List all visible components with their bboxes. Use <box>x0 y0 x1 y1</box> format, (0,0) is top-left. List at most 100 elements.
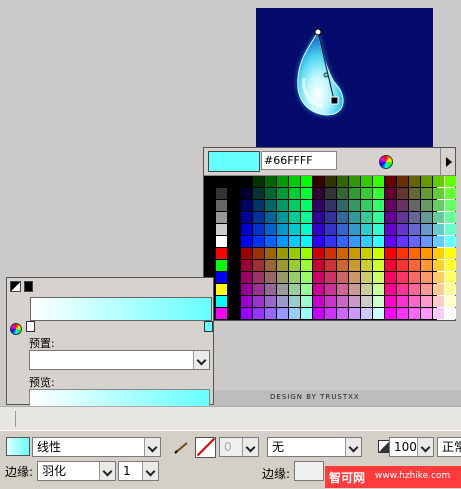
palette-swatch[interactable] <box>433 308 444 319</box>
palette-swatch[interactable] <box>241 236 252 247</box>
palette-swatch[interactable] <box>253 308 264 319</box>
palette-swatch[interactable] <box>349 224 360 235</box>
palette-swatch[interactable] <box>361 272 372 283</box>
palette-swatch[interactable] <box>373 308 384 319</box>
palette-swatch[interactable] <box>421 188 432 199</box>
palette-swatch[interactable] <box>216 188 227 199</box>
palette-swatch[interactable] <box>445 284 456 295</box>
palette-swatch[interactable] <box>385 212 396 223</box>
palette-swatch[interactable] <box>433 188 444 199</box>
palette-swatch[interactable] <box>349 284 360 295</box>
stroke-edge-select[interactable] <box>294 461 324 481</box>
palette-swatch[interactable] <box>349 212 360 223</box>
stroke-type-select[interactable]: 无 <box>267 437 362 457</box>
palette-swatch[interactable] <box>409 212 420 223</box>
palette-swatch[interactable] <box>204 212 215 223</box>
palette-swatch[interactable] <box>289 188 300 199</box>
edge-amount-select[interactable]: 1 <box>118 461 159 481</box>
palette-swatch[interactable] <box>409 248 420 259</box>
palette-swatch[interactable] <box>313 248 324 259</box>
palette-swatch[interactable] <box>216 308 227 319</box>
palette-swatch[interactable] <box>277 284 288 295</box>
palette-swatch[interactable] <box>204 200 215 211</box>
palette-swatch[interactable] <box>313 236 324 247</box>
palette-swatch[interactable] <box>409 284 420 295</box>
palette-menu-arrow-icon[interactable] <box>440 148 456 175</box>
fill-mode-icon[interactable] <box>10 281 21 292</box>
palette-swatch[interactable] <box>253 260 264 271</box>
palette-swatch[interactable] <box>421 272 432 283</box>
palette-swatch[interactable] <box>313 308 324 319</box>
palette-swatch[interactable] <box>397 260 408 271</box>
palette-swatch[interactable] <box>433 176 444 187</box>
palette-swatch[interactable] <box>301 200 312 211</box>
palette-swatch[interactable] <box>409 296 420 307</box>
palette-swatch[interactable] <box>204 248 215 259</box>
palette-swatch[interactable] <box>373 200 384 211</box>
palette-swatch[interactable] <box>397 212 408 223</box>
palette-swatch[interactable] <box>445 236 456 247</box>
palette-swatch[interactable] <box>277 224 288 235</box>
palette-swatch[interactable] <box>397 224 408 235</box>
palette-swatch[interactable] <box>337 308 348 319</box>
chevron-down-icon[interactable] <box>142 462 158 480</box>
palette-swatch[interactable] <box>409 224 420 235</box>
palette-swatch[interactable] <box>253 176 264 187</box>
palette-swatch[interactable] <box>409 308 420 319</box>
palette-swatch[interactable] <box>301 308 312 319</box>
palette-swatch[interactable] <box>313 188 324 199</box>
palette-swatch[interactable] <box>301 272 312 283</box>
chevron-down-icon[interactable] <box>144 438 160 456</box>
palette-swatch[interactable] <box>421 248 432 259</box>
palette-swatch[interactable] <box>337 176 348 187</box>
palette-swatch[interactable] <box>433 284 444 295</box>
palette-swatch[interactable] <box>277 296 288 307</box>
palette-swatch[interactable] <box>241 224 252 235</box>
palette-swatch[interactable] <box>301 224 312 235</box>
palette-swatch[interactable] <box>301 188 312 199</box>
gradient-end-handle[interactable] <box>330 96 339 105</box>
palette-swatch[interactable] <box>265 236 276 247</box>
palette-swatch[interactable] <box>337 188 348 199</box>
palette-swatch[interactable] <box>253 188 264 199</box>
palette-swatch[interactable] <box>385 284 396 295</box>
palette-swatch[interactable] <box>349 188 360 199</box>
palette-swatch[interactable] <box>373 248 384 259</box>
palette-swatch[interactable] <box>349 296 360 307</box>
palette-swatch[interactable] <box>385 176 396 187</box>
palette-swatch[interactable] <box>325 224 336 235</box>
palette-swatch[interactable] <box>325 308 336 319</box>
chevron-down-icon[interactable] <box>417 438 433 456</box>
palette-swatch[interactable] <box>216 176 227 187</box>
water-drop-shape[interactable] <box>256 8 433 158</box>
palette-swatch[interactable] <box>397 296 408 307</box>
chevron-down-icon[interactable] <box>193 351 209 369</box>
palette-swatch[interactable] <box>373 188 384 199</box>
opacity-select[interactable]: 100 <box>389 437 434 457</box>
palette-swatch[interactable] <box>337 260 348 271</box>
palette-swatch[interactable] <box>265 200 276 211</box>
palette-swatch[interactable] <box>204 260 215 271</box>
palette-swatch[interactable] <box>216 296 227 307</box>
palette-swatch[interactable] <box>445 296 456 307</box>
palette-swatch[interactable] <box>445 224 456 235</box>
palette-swatch[interactable] <box>397 176 408 187</box>
palette-swatch[interactable] <box>325 260 336 271</box>
palette-swatch[interactable] <box>337 284 348 295</box>
palette-swatch[interactable] <box>361 296 372 307</box>
palette-swatch[interactable] <box>433 296 444 307</box>
palette-swatch[interactable] <box>421 260 432 271</box>
palette-swatch[interactable] <box>445 260 456 271</box>
palette-swatch[interactable] <box>204 176 215 187</box>
palette-swatch[interactable] <box>313 224 324 235</box>
palette-swatch[interactable] <box>253 248 264 259</box>
palette-swatch[interactable] <box>289 284 300 295</box>
palette-swatch[interactable] <box>445 308 456 319</box>
palette-swatch[interactable] <box>241 260 252 271</box>
palette-swatch[interactable] <box>373 224 384 235</box>
palette-swatch[interactable] <box>325 272 336 283</box>
palette-swatch[interactable] <box>433 260 444 271</box>
palette-swatch[interactable] <box>421 236 432 247</box>
palette-swatch[interactable] <box>349 248 360 259</box>
palette-swatch[interactable] <box>241 176 252 187</box>
